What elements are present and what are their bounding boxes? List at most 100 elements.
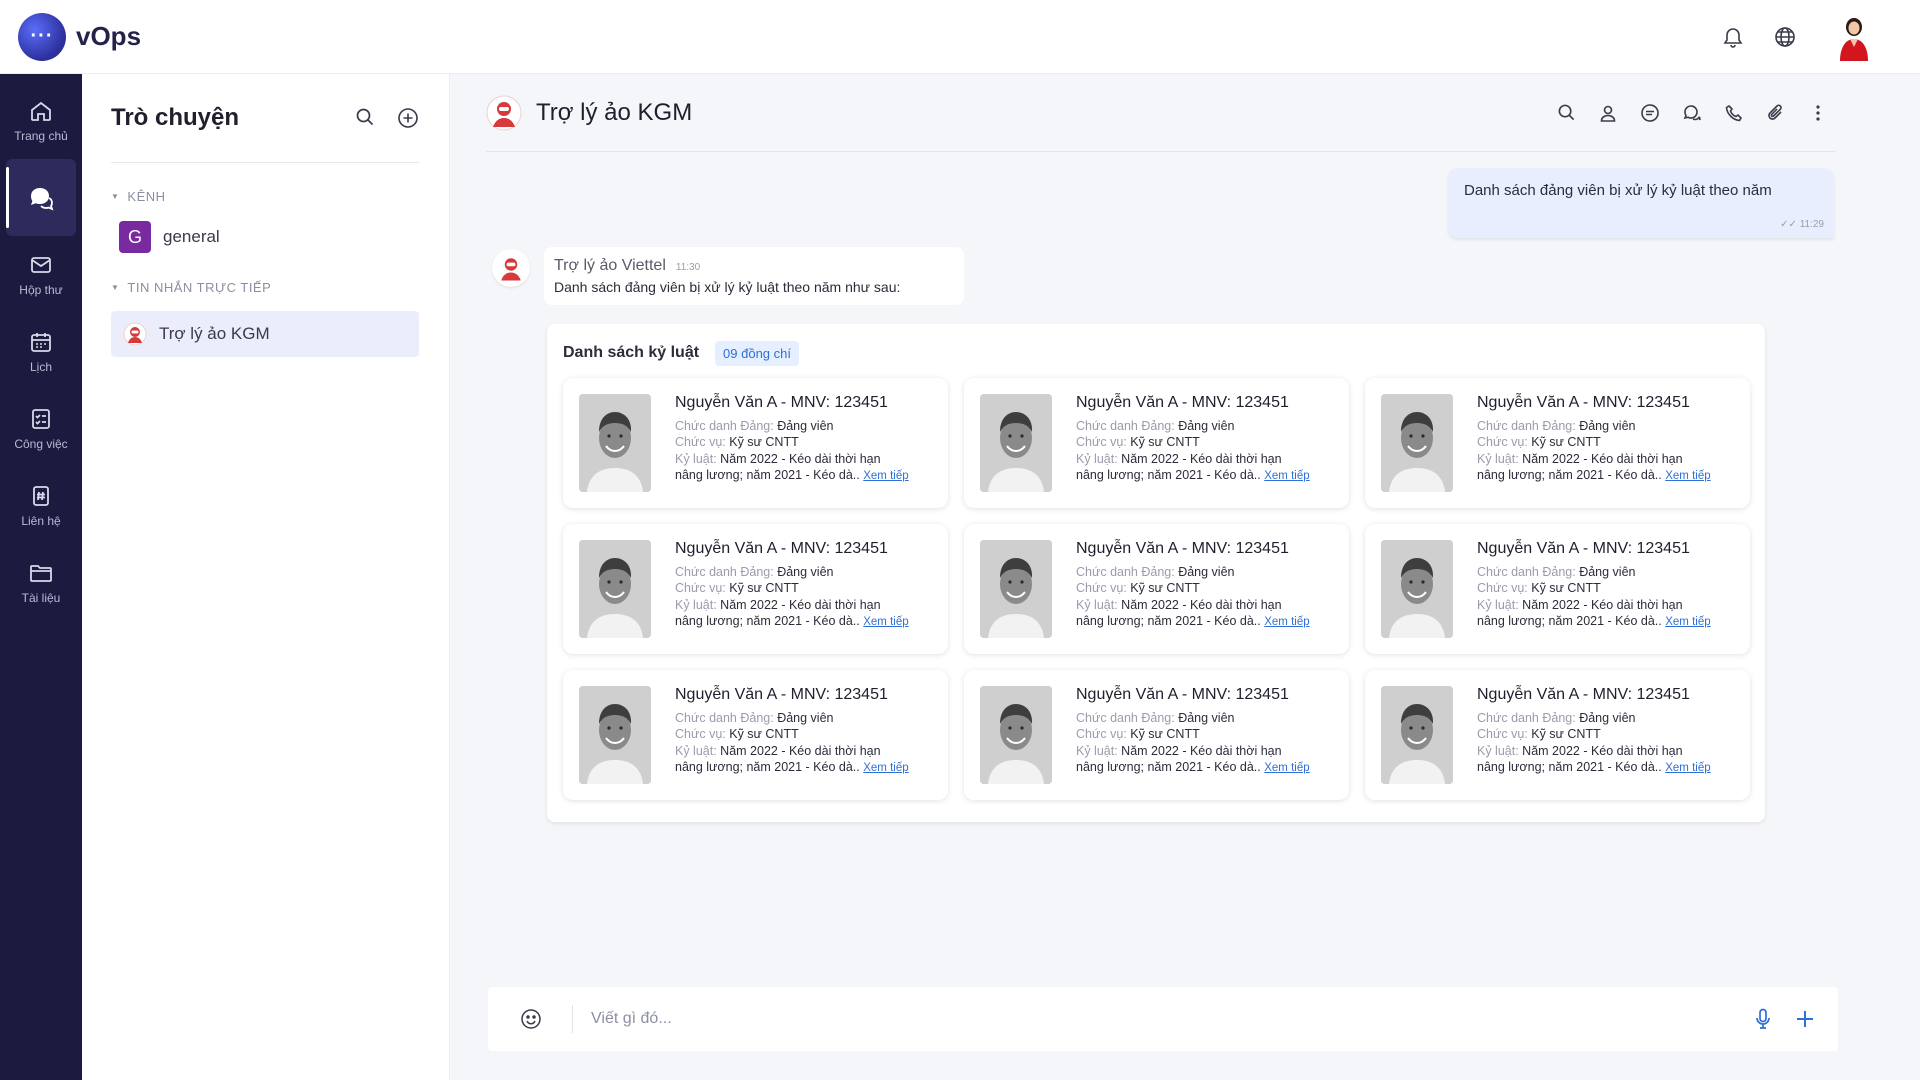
- chat-icon: [31, 187, 54, 211]
- panel-divider: [111, 162, 419, 163]
- add-chat-icon[interactable]: [397, 107, 419, 129]
- outgoing-message[interactable]: Danh sách đảng viên bị xử lý kỷ luật the…: [1448, 168, 1834, 238]
- user-avatar[interactable]: [1834, 13, 1874, 61]
- message-time: 11:30: [675, 262, 701, 273]
- read-more-link[interactable]: Xem tiếp: [1264, 762, 1309, 774]
- person-photo: [1381, 686, 1453, 784]
- read-more-link[interactable]: Xem tiếp: [1264, 616, 1309, 628]
- discussion-icon[interactable]: [1682, 103, 1702, 123]
- person-role: Chức danh Đảng: Đảng viên: [1477, 711, 1636, 725]
- read-more-link[interactable]: Xem tiếp: [1264, 470, 1309, 482]
- nav-chat[interactable]: [6, 159, 76, 236]
- home-icon: [31, 101, 51, 121]
- person-role: Chức danh Đảng: Đảng viên: [1477, 565, 1636, 579]
- user-icon[interactable]: [1598, 103, 1618, 123]
- nav-home-label: Trang chủ: [14, 128, 68, 143]
- person-name: Nguyễn Văn A - MNV: 123451: [1477, 394, 1690, 411]
- person-card[interactable]: Nguyễn Văn A - MNV: 123451 Chức danh Đảng…: [1365, 524, 1750, 654]
- nav-documents-label: Tài liệu: [21, 590, 61, 605]
- person-photo: [980, 394, 1052, 492]
- thread-icon[interactable]: [1640, 103, 1660, 123]
- add-icon[interactable]: [1794, 1008, 1816, 1030]
- read-check-icon: ✓✓: [1780, 219, 1800, 230]
- collapse-icon: ▼: [111, 192, 120, 201]
- person-position: Chức vụ: Kỹ sư CNTT: [1076, 727, 1200, 741]
- channel-badge: G: [119, 221, 151, 253]
- more-icon[interactable]: [1808, 103, 1828, 123]
- read-more-link[interactable]: Xem tiếp: [1665, 616, 1710, 628]
- chat-title: Trợ lý ảo KGM: [536, 98, 693, 126]
- person-discipline: Kỷ luật: Năm 2022 - Kéo dài thời hạn: [1076, 598, 1282, 612]
- person-role: Chức danh Đảng: Đảng viên: [1477, 419, 1636, 433]
- bell-icon[interactable]: [1720, 24, 1746, 50]
- incoming-message[interactable]: Trợ lý ảo Viettel 11:30 Danh sách đảng vi…: [544, 247, 964, 305]
- contacts-icon: [33, 485, 49, 506]
- person-name: Nguyễn Văn A - MNV: 123451: [1076, 394, 1289, 411]
- panel-title: Trò chuyện: [111, 104, 240, 131]
- nav-tasks[interactable]: Công việc: [0, 390, 82, 467]
- person-photo: [1381, 540, 1453, 638]
- logo-mark: ···: [18, 12, 66, 61]
- person-discipline-more: nâng lương; năm 2021 - Kéo dà.. Xem tiếp: [1477, 760, 1711, 774]
- nav-mail[interactable]: Hộp thư: [0, 236, 82, 313]
- read-more-link[interactable]: Xem tiếp: [1665, 762, 1710, 774]
- emoji-icon[interactable]: [520, 1008, 542, 1030]
- dm-item-kgm[interactable]: Trợ lý ảo KGM: [111, 311, 419, 357]
- person-card[interactable]: Nguyễn Văn A - MNV: 123451 Chức danh Đảng…: [1365, 670, 1750, 800]
- person-position: Chức vụ: Kỹ sư CNTT: [1477, 581, 1601, 595]
- person-card[interactable]: Nguyễn Văn A - MNV: 123451 Chức danh Đảng…: [563, 378, 948, 508]
- read-more-link[interactable]: Xem tiếp: [863, 616, 908, 628]
- person-position: Chức vụ: Kỹ sư CNTT: [1076, 581, 1200, 595]
- app-logo[interactable]: ··· vOps: [18, 12, 141, 61]
- person-discipline-more: nâng lương; năm 2021 - Kéo dà.. Xem tiếp: [1477, 468, 1711, 482]
- channel-name: general: [163, 227, 220, 246]
- person-name: Nguyễn Văn A - MNV: 123451: [1477, 540, 1690, 557]
- person-card[interactable]: Nguyễn Văn A - MNV: 123451 Chức danh Đảng…: [964, 670, 1349, 800]
- person-discipline-more: nâng lương; năm 2021 - Kéo dà.. Xem tiếp: [1076, 614, 1310, 628]
- nav-mail-label: Hộp thư: [19, 282, 63, 297]
- phone-icon[interactable]: [1724, 103, 1744, 123]
- person-role: Chức danh Đảng: Đảng viên: [675, 711, 834, 725]
- person-photo: [980, 686, 1052, 784]
- nav-documents[interactable]: Tài liệu: [0, 544, 82, 621]
- read-more-link[interactable]: Xem tiếp: [1665, 470, 1710, 482]
- discipline-list-card: Danh sách kỷ luật 09 đồng chí Nguyễn Văn…: [547, 324, 1765, 822]
- nav-calendar[interactable]: Lịch: [0, 313, 82, 390]
- person-card[interactable]: Nguyễn Văn A - MNV: 123451 Chức danh Đảng…: [964, 378, 1349, 508]
- person-role: Chức danh Đảng: Đảng viên: [1076, 419, 1235, 433]
- nav-contacts-label: Liên hệ: [21, 513, 61, 528]
- person-position: Chức vụ: Kỹ sư CNTT: [675, 435, 799, 449]
- person-card[interactable]: Nguyễn Văn A - MNV: 123451 Chức danh Đảng…: [964, 524, 1349, 654]
- person-discipline-more: nâng lương; năm 2021 - Kéo dà.. Xem tiếp: [1477, 614, 1711, 628]
- person-position: Chức vụ: Kỹ sư CNTT: [1076, 435, 1200, 449]
- person-card[interactable]: Nguyễn Văn A - MNV: 123451 Chức danh Đảng…: [563, 524, 948, 654]
- chat-main: Trợ lý ảo KGM Danh sách đảng viên bị xử …: [450, 74, 1920, 1080]
- composer-separator: [572, 1005, 573, 1033]
- person-discipline: Kỷ luật: Năm 2022 - Kéo dài thời hạn: [675, 744, 881, 758]
- nav-rail: Trang chủ Hộp thư Lịch Công việc Liên hệ…: [0, 74, 82, 1080]
- direct-section[interactable]: ▼ TIN NHẮN TRỰC TIẾP: [111, 280, 449, 295]
- person-role: Chức danh Đảng: Đảng viên: [1076, 565, 1235, 579]
- globe-icon[interactable]: [1772, 24, 1798, 50]
- person-card[interactable]: Nguyễn Văn A - MNV: 123451 Chức danh Đảng…: [563, 670, 948, 800]
- nav-home[interactable]: Trang chủ: [0, 82, 82, 159]
- outgoing-time-text: 11:29: [1799, 219, 1824, 230]
- read-more-link[interactable]: Xem tiếp: [863, 470, 908, 482]
- list-title: Danh sách kỷ luật: [563, 344, 700, 361]
- direct-label: TIN NHẮN TRỰC TIẾP: [127, 280, 272, 295]
- search-icon[interactable]: [355, 107, 375, 127]
- nav-contacts[interactable]: Liên hệ: [0, 467, 82, 544]
- search-icon[interactable]: [1556, 103, 1576, 123]
- channel-item-general[interactable]: G general: [111, 220, 419, 254]
- person-card[interactable]: Nguyễn Văn A - MNV: 123451 Chức danh Đảng…: [1365, 378, 1750, 508]
- read-more-link[interactable]: Xem tiếp: [863, 762, 908, 774]
- chat-header: Trợ lý ảo KGM: [486, 74, 1836, 152]
- channels-section[interactable]: ▼ KÊNH: [111, 189, 449, 204]
- count-badge: 09 đồng chí: [715, 340, 799, 366]
- attachment-icon[interactable]: [1766, 103, 1786, 123]
- microphone-icon[interactable]: [1752, 1008, 1774, 1030]
- person-discipline: Kỷ luật: Năm 2022 - Kéo dài thời hạn: [1477, 598, 1683, 612]
- message-input[interactable]: [591, 1010, 1752, 1028]
- channels-label: KÊNH: [127, 189, 166, 204]
- bot-avatar[interactable]: [492, 249, 530, 287]
